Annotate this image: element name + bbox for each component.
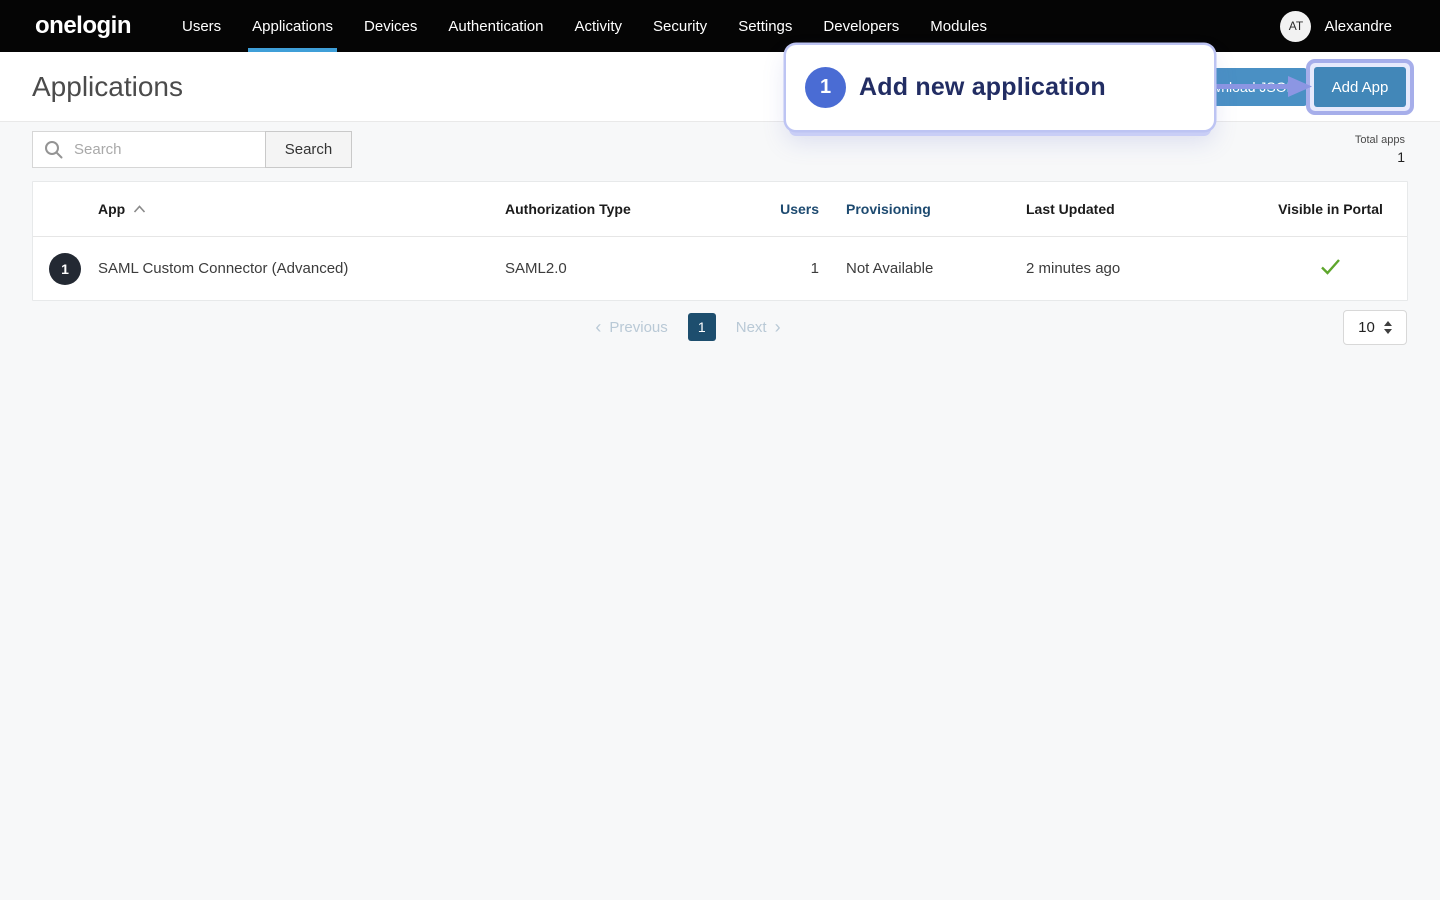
- previous-label: Previous: [609, 319, 667, 336]
- authorization-type-cell: SAML2.0: [505, 260, 731, 277]
- table-header-row: App Authorization Type Users Provisionin…: [33, 182, 1407, 236]
- search-button[interactable]: Search: [265, 131, 352, 168]
- avatar[interactable]: AT: [1280, 11, 1311, 42]
- current-page-button[interactable]: 1: [688, 313, 716, 341]
- chevron-right-icon: ›: [775, 318, 781, 336]
- onelogin-logo[interactable]: onelogin: [35, 12, 131, 40]
- check-icon: [1320, 258, 1341, 275]
- search-box: [32, 131, 265, 168]
- total-apps: Total apps 1: [1355, 134, 1405, 165]
- nav-item-security[interactable]: Security: [653, 0, 707, 52]
- tour-step-badge: 1: [805, 67, 846, 108]
- search-icon: [44, 140, 63, 159]
- page-size-selector[interactable]: 10: [1343, 310, 1407, 345]
- page-size-value: 10: [1358, 319, 1375, 336]
- column-header-app[interactable]: App: [33, 201, 505, 217]
- pagination: ‹ Previous 1 Next ›: [0, 313, 1440, 341]
- page-title: Applications: [32, 52, 183, 121]
- total-apps-value: 1: [1355, 149, 1405, 165]
- users-count-cell: 1: [731, 260, 819, 277]
- search-row: Search: [32, 131, 352, 168]
- spinner-arrows-icon: [1384, 321, 1392, 334]
- tour-arrow-icon: [1200, 74, 1312, 99]
- add-app-highlight-ring: Add App: [1306, 59, 1414, 115]
- applications-page: onelogin Users Applications Devices Auth…: [0, 0, 1440, 900]
- nav-item-users[interactable]: Users: [182, 0, 221, 52]
- nav-item-authentication[interactable]: Authentication: [448, 0, 543, 52]
- user-menu[interactable]: AT Alexandre: [1280, 11, 1392, 42]
- app-icon: 1: [49, 253, 81, 285]
- sort-ascending-icon: [133, 205, 146, 213]
- add-app-button[interactable]: Add App: [1314, 67, 1406, 107]
- nav-item-devices[interactable]: Devices: [364, 0, 417, 52]
- column-header-app-label: App: [98, 201, 125, 217]
- total-apps-label: Total apps: [1355, 134, 1405, 146]
- chevron-left-icon: ‹: [595, 318, 601, 336]
- applications-table: App Authorization Type Users Provisionin…: [32, 181, 1408, 301]
- column-header-last-updated[interactable]: Last Updated: [1026, 201, 1252, 217]
- nav-item-settings[interactable]: Settings: [738, 0, 792, 52]
- top-nav: onelogin Users Applications Devices Auth…: [0, 0, 1440, 52]
- provisioning-cell: Not Available: [819, 260, 1026, 277]
- column-header-provisioning[interactable]: Provisioning: [819, 201, 1026, 217]
- app-cell: 1 SAML Custom Connector (Advanced): [33, 253, 505, 285]
- column-header-users[interactable]: Users: [731, 201, 819, 217]
- column-header-authorization-type[interactable]: Authorization Type: [505, 201, 731, 217]
- column-header-visible-in-portal[interactable]: Visible in Portal: [1252, 201, 1409, 217]
- last-updated-cell: 2 minutes ago: [1026, 260, 1252, 277]
- nav-item-applications[interactable]: Applications: [252, 0, 333, 52]
- user-name: Alexandre: [1324, 18, 1392, 35]
- next-label: Next: [736, 319, 767, 336]
- search-input[interactable]: [32, 131, 265, 168]
- previous-page-button[interactable]: ‹ Previous: [595, 318, 667, 336]
- nav-item-activity[interactable]: Activity: [574, 0, 622, 52]
- tour-callout-text: Add new application: [859, 73, 1106, 102]
- app-name: SAML Custom Connector (Advanced): [98, 260, 348, 277]
- table-row[interactable]: 1 SAML Custom Connector (Advanced) SAML2…: [33, 236, 1407, 300]
- next-page-button[interactable]: Next ›: [736, 318, 781, 336]
- visible-in-portal-cell: [1252, 258, 1409, 279]
- tour-callout: 1 Add new application: [786, 45, 1214, 130]
